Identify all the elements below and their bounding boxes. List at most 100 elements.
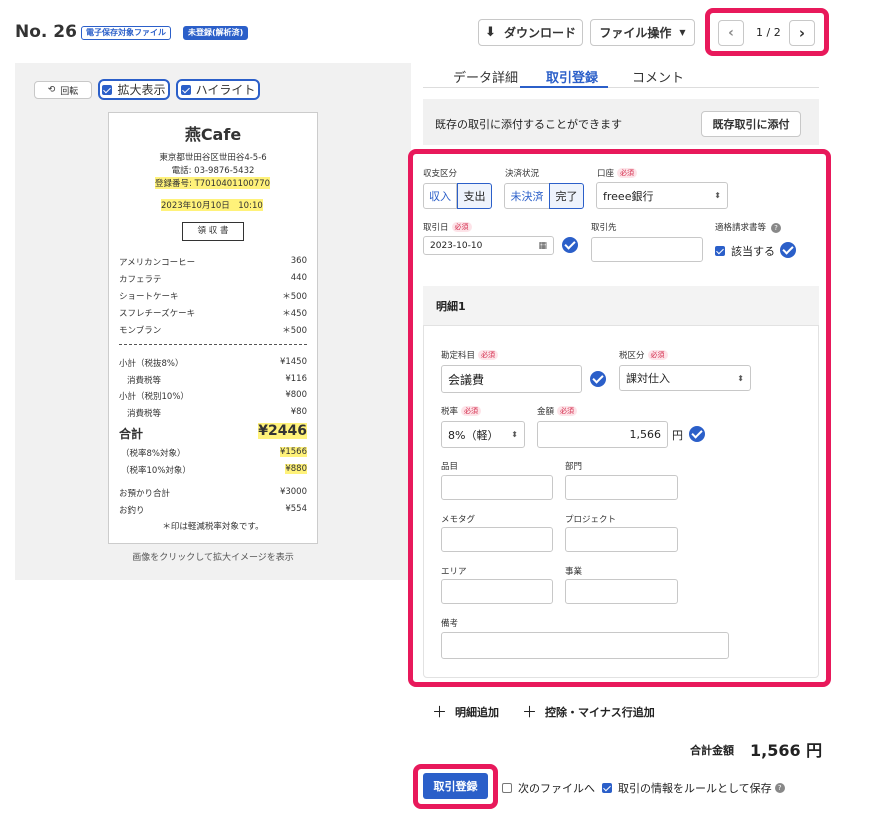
tab-divider <box>423 87 819 88</box>
receipt-subtotal10-label: 小計（税別10%） <box>119 392 189 402</box>
prev-page-button[interactable]: ‹ <box>718 20 744 46</box>
plus-icon: ＋ <box>432 703 448 721</box>
highlight-toggle[interactable]: ハイライト <box>176 79 260 100</box>
next-page-button[interactable]: › <box>789 20 815 46</box>
item-input[interactable] <box>441 475 553 500</box>
receipt-item-price: ＊450 <box>282 309 307 319</box>
account-label: 口座 必須 <box>597 167 638 179</box>
tax-category-label: 税区分 必須 <box>619 349 668 361</box>
receipt-item: スフレチーズケーキ <box>119 309 196 319</box>
register-button[interactable]: 取引登録 <box>423 773 488 799</box>
business-label: 事業 <box>565 567 583 577</box>
unsettled-option[interactable]: 未決済 <box>504 183 550 209</box>
settled-option[interactable]: 完了 <box>549 183 584 209</box>
attach-existing-button[interactable]: 既存取引に添付 <box>701 111 801 137</box>
partner-label: 取引先 <box>591 223 617 233</box>
viewer-hint: 画像をクリックして拡大イメージを表示 <box>132 553 294 563</box>
business-input[interactable] <box>565 579 678 604</box>
subject-label: 勘定科目 必須 <box>441 349 499 361</box>
area-input[interactable] <box>441 579 553 604</box>
date-input[interactable]: 2023-10-10 ▦ <box>423 236 554 255</box>
receipt-item: ショートケーキ <box>119 292 179 302</box>
pager-text: 1 / 2 <box>756 26 781 39</box>
receipt-total: ¥2446 <box>258 423 307 439</box>
next-file-checkbox[interactable]: 次のファイルへ <box>502 780 595 796</box>
project-label: プロジェクト <box>565 515 617 525</box>
tab-data-detail[interactable]: データ詳細 <box>453 67 518 86</box>
receipt-item: アメリカンコーヒー <box>119 258 196 268</box>
add-deduction-button[interactable]: ＋ 控除・マイナス行追加 <box>522 701 655 722</box>
required-badge: 必須 <box>647 350 668 360</box>
checkbox-checked-icon <box>602 783 612 793</box>
invoice-checkbox[interactable]: 該当する <box>715 243 775 259</box>
note-input[interactable] <box>441 632 729 659</box>
receipt-subtotal8: ¥1450 <box>279 357 307 367</box>
yen-unit: 円 <box>672 429 683 442</box>
invoice-label: 適格請求書等? <box>715 221 782 233</box>
income-option[interactable]: 収入 <box>423 183 457 209</box>
receipt-subtotal8-label: 小計（税抜8%） <box>119 359 184 369</box>
download-button[interactable]: ⬇ ダウンロード <box>478 19 583 46</box>
receipt-target8-label: （税率8%対象） <box>121 449 186 459</box>
chevron-right-icon: › <box>798 24 806 42</box>
item-label: 品目 <box>441 462 459 472</box>
subject-input[interactable]: 会議費 <box>441 365 582 393</box>
receipt-tax8-label: 消費税等 <box>127 376 162 386</box>
dept-label: 部門 <box>565 462 583 472</box>
e-storage-badge: 電子保存対象ファイル <box>81 26 171 40</box>
required-badge: 必須 <box>451 222 472 232</box>
area-label: エリア <box>441 567 467 577</box>
checkbox-checked-icon <box>102 84 113 95</box>
note-label: 備考 <box>441 619 459 629</box>
attach-text: 既存の取引に添付することができます <box>435 118 622 131</box>
receipt-tax8: ¥116 <box>285 374 307 384</box>
receipt-phone: 電話: 03-9876-5432 <box>171 166 255 176</box>
save-rule-checkbox[interactable]: 取引の情報をルールとして保存 ? <box>602 780 785 796</box>
amount-input[interactable]: 1,566 <box>537 421 668 448</box>
checkbox-checked-icon <box>180 84 191 95</box>
account-select[interactable]: freee銀行 ⬍ <box>596 182 728 209</box>
total-label: 合計金額 <box>690 744 734 757</box>
tax-category-select[interactable]: 課対仕入 ⬍ <box>619 365 751 391</box>
zoom-toggle[interactable]: 拡大表示 <box>98 79 170 100</box>
receipt-received: ¥3000 <box>279 487 307 497</box>
check-circle-icon <box>562 237 578 253</box>
updown-icon: ⬍ <box>714 191 721 200</box>
detail-card-header <box>423 286 819 326</box>
check-circle-icon <box>590 371 606 387</box>
receipt-subtotal10: ¥800 <box>285 390 307 400</box>
tax-rate-label: 税率 必須 <box>441 405 482 417</box>
rotate-button[interactable]: ⟲ 回転 <box>34 81 92 99</box>
calendar-icon[interactable]: ▦ <box>538 241 547 251</box>
detail-title: 明細1 <box>436 300 466 313</box>
caret-down-icon: ▼ <box>679 28 686 37</box>
receipt-item-price: ＊500 <box>282 326 307 336</box>
dept-input[interactable] <box>565 475 678 500</box>
check-circle-icon <box>689 426 705 442</box>
memo-tag-label: メモタグ <box>441 515 476 525</box>
receipt-item-price: 440 <box>290 273 307 283</box>
add-detail-button[interactable]: ＋ 明細追加 <box>432 701 499 722</box>
receipt-total-label: 合計 <box>119 427 144 441</box>
receipt-note: ＊印は軽減税率対象です。 <box>162 522 264 532</box>
receipt-doc-title: 領 収 書 <box>182 222 244 241</box>
checkbox-unchecked-icon <box>502 783 512 793</box>
partner-input[interactable] <box>591 237 703 262</box>
amount-label: 金額 必須 <box>537 405 578 417</box>
rotate-icon: ⟲ <box>47 85 56 95</box>
tab-register[interactable]: 取引登録 <box>546 67 598 86</box>
chevron-left-icon: ‹ <box>728 25 734 41</box>
receipt-item-price: ＊500 <box>282 292 307 302</box>
income-type-label: 収支区分 <box>423 169 458 179</box>
expense-option[interactable]: 支出 <box>457 183 492 209</box>
tax-rate-select[interactable]: 8%（軽） ⬍ <box>441 421 525 448</box>
memo-tag-input[interactable] <box>441 527 553 552</box>
tab-comment[interactable]: コメント <box>632 67 684 86</box>
project-input[interactable] <box>565 527 678 552</box>
receipt-image[interactable]: 燕Cafe 東京都世田谷区世田谷4-5-6 電話: 03-9876-5432 登… <box>108 112 318 544</box>
date-label: 取引日 必須 <box>423 221 472 233</box>
required-badge: 必須 <box>478 350 499 360</box>
file-ops-button[interactable]: ファイル操作 ▼ <box>590 19 695 46</box>
check-circle-icon <box>780 242 796 258</box>
receipt-change: ¥554 <box>285 504 307 514</box>
